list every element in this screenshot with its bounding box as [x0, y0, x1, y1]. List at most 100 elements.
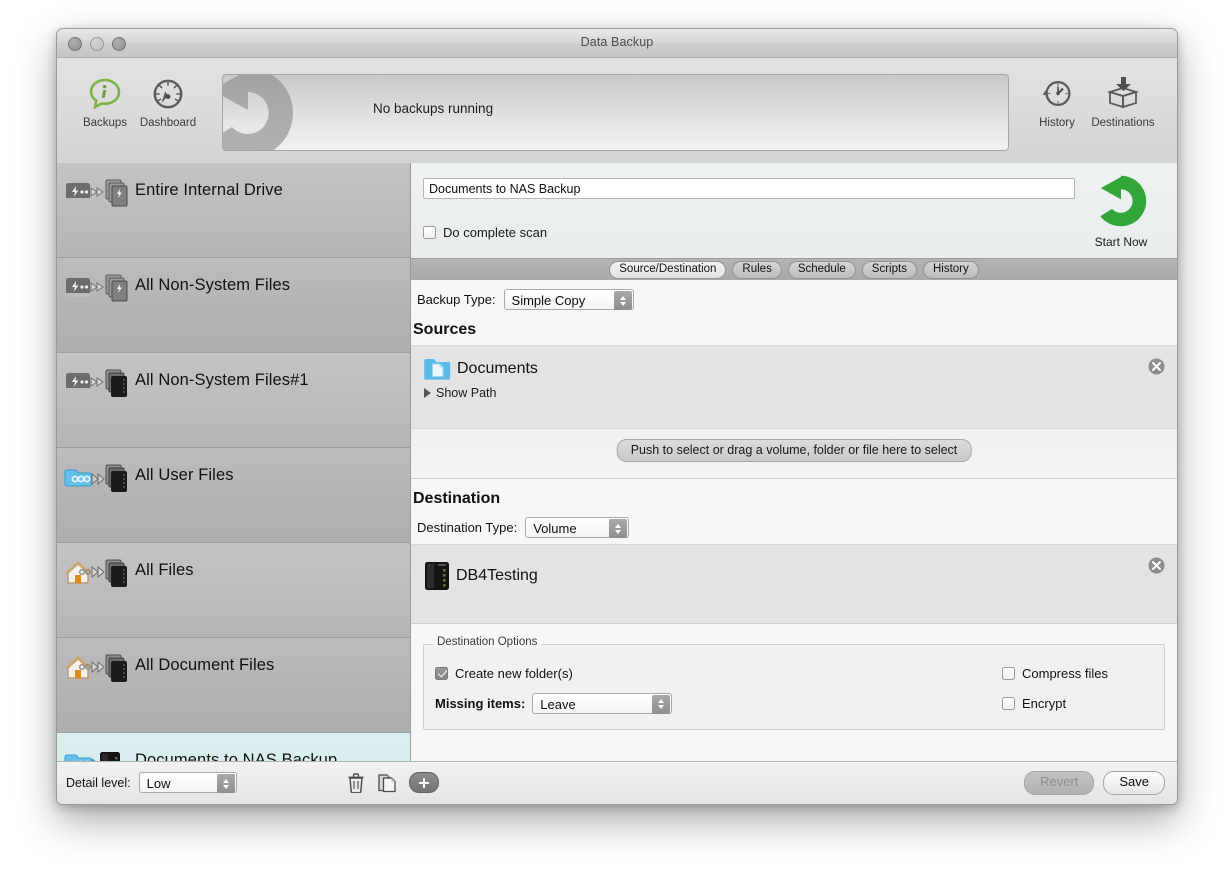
sidebar-item-all-user-files[interactable]: All User Files: [57, 448, 410, 543]
backup-type-row: Backup Type: Simple Copy: [411, 280, 1177, 310]
duplicate-icon[interactable]: [377, 773, 397, 793]
bottom-toolbar-buttons: Revert Save: [1024, 771, 1165, 795]
sources-title: Sources: [411, 310, 1177, 339]
destination-type-value: Volume: [533, 521, 576, 536]
home-to-nas-icon: [57, 646, 135, 690]
toolbar-item-label: History: [1021, 117, 1093, 129]
tab-schedule[interactable]: Schedule: [788, 261, 856, 280]
sidebar-item-all-non-system-files[interactable]: All Non-System Files: [57, 258, 410, 353]
disclosure-triangle-icon: [424, 388, 431, 398]
sidebar-item-label: All Document Files: [135, 646, 274, 675]
backup-type-select[interactable]: Simple Copy: [504, 289, 634, 310]
encrypt-checkbox[interactable]: [1002, 697, 1015, 710]
stepper-icon[interactable]: [614, 291, 632, 310]
backup-status-banner: No backups running: [222, 74, 1009, 151]
source-list-item[interactable]: Documents Show Path: [411, 346, 1177, 429]
tab-history[interactable]: History: [923, 261, 979, 280]
stepper-icon[interactable]: [609, 519, 627, 538]
sidebar-item-label: Entire Internal Drive: [135, 171, 283, 200]
tab-rules[interactable]: Rules: [732, 261, 781, 280]
show-path-toggle[interactable]: Show Path: [411, 381, 1177, 400]
toolbar-item-label: Dashboard: [132, 117, 204, 129]
status-text: No backups running: [373, 101, 493, 116]
sidebar-item-entire-internal-drive[interactable]: Entire Internal Drive: [57, 163, 410, 258]
destination-item[interactable]: DB4Testing: [411, 545, 1177, 591]
desktop-background: Data Backup Backups: [0, 0, 1232, 882]
status-logo-icon: [222, 74, 298, 151]
remove-source-button[interactable]: [1148, 358, 1165, 375]
backup-set-header: Documents to NAS Backup Do complete scan…: [411, 163, 1177, 258]
destination-type-select[interactable]: Volume: [525, 517, 629, 538]
compress-files-label: Compress files: [1022, 666, 1108, 681]
detail-level-row: Detail level: Low: [66, 772, 237, 793]
drive-to-documents-icon: [57, 171, 135, 215]
start-now-icon: [1093, 173, 1149, 229]
create-new-folders-row[interactable]: Create new folder(s): [435, 658, 672, 688]
sidebar-item-all-non-system-files-1[interactable]: All Non-System Files#1: [57, 353, 410, 448]
encrypt-row[interactable]: Encrypt: [1002, 688, 1108, 718]
tab-scripts[interactable]: Scripts: [862, 261, 917, 280]
revert-button[interactable]: Revert: [1024, 771, 1094, 795]
history-clock-icon: [1021, 72, 1093, 116]
app-toolbar: Backups: [57, 58, 1177, 164]
toolbar-item-dashboard[interactable]: Dashboard: [132, 72, 204, 129]
missing-items-value: Leave: [540, 697, 575, 712]
toolbar-item-history[interactable]: History: [1021, 72, 1093, 129]
detail-level-label: Detail level:: [66, 776, 131, 790]
complete-scan-checkbox[interactable]: [423, 226, 436, 239]
stepper-icon[interactable]: [217, 774, 235, 793]
backups-info-bubble-icon: [69, 72, 141, 116]
backup-sets-sidebar[interactable]: Entire Internal Drive: [57, 163, 411, 762]
close-circle-icon: [1148, 358, 1165, 375]
delete-trash-icon[interactable]: [347, 773, 365, 793]
remove-destination-button[interactable]: [1148, 557, 1165, 574]
destination-type-row: Destination Type: Volume: [411, 508, 1177, 538]
backup-type-value: Simple Copy: [512, 293, 586, 308]
source-item-main: Documents: [411, 346, 1177, 381]
backup-name-input[interactable]: Documents to NAS Backup: [423, 178, 1075, 199]
missing-items-select[interactable]: Leave: [532, 693, 672, 714]
push-to-select-source-button[interactable]: Push to select or drag a volume, folder …: [617, 439, 972, 462]
settings-tabbar[interactable]: Source/Destination Rules Schedule Script…: [411, 258, 1177, 282]
nas-device-icon: [424, 561, 450, 591]
sidebar-item-label: All Files: [135, 551, 194, 580]
start-now-label: Start Now: [1079, 235, 1163, 249]
sidebar-item-all-files[interactable]: All Files: [57, 543, 410, 638]
drive-to-documents-icon: [57, 266, 135, 310]
sources-dropzone[interactable]: Documents Show Path: [411, 345, 1177, 479]
destination-title: Destination: [411, 479, 1177, 508]
folder-to-nas-icon: [57, 456, 135, 500]
add-plus-icon[interactable]: [409, 772, 439, 793]
create-new-folders-checkbox[interactable]: [435, 667, 448, 680]
destination-options-right: Compress files Encrypt: [1002, 658, 1108, 718]
compress-files-checkbox[interactable]: [1002, 667, 1015, 680]
window-title: Data Backup: [57, 35, 1177, 49]
show-path-label: Show Path: [436, 386, 496, 400]
detail-level-select[interactable]: Low: [139, 772, 237, 793]
sidebar-item-label: All User Files: [135, 456, 234, 485]
destination-options-left: Create new folder(s) Missing items: Leav…: [435, 658, 672, 718]
toolbar-item-label: Backups: [69, 117, 141, 129]
destination-dropzone[interactable]: DB4Testing: [411, 544, 1177, 624]
app-window: Data Backup Backups: [56, 28, 1178, 805]
sidebar-item-documents-to-nas-backup[interactable]: Documents to NAS Backup: [57, 733, 410, 762]
window-titlebar[interactable]: Data Backup: [57, 29, 1177, 58]
missing-items-row: Missing items: Leave: [435, 688, 672, 718]
save-button[interactable]: Save: [1103, 771, 1165, 795]
start-now-button[interactable]: Start Now: [1079, 173, 1163, 249]
close-circle-icon: [1148, 557, 1165, 574]
drive-to-nas-icon: [57, 361, 135, 405]
complete-scan-row[interactable]: Do complete scan: [423, 225, 547, 240]
stepper-icon[interactable]: [652, 695, 670, 714]
tab-source-destination[interactable]: Source/Destination: [609, 261, 726, 280]
toolbar-item-destinations[interactable]: Destinations: [1087, 72, 1159, 129]
dashboard-gauge-icon: [132, 72, 204, 116]
destination-options-legend: Destination Options: [433, 636, 541, 648]
encrypt-label: Encrypt: [1022, 696, 1066, 711]
toolbar-item-label: Destinations: [1087, 117, 1159, 129]
sidebar-item-all-document-files[interactable]: All Document Files: [57, 638, 410, 733]
compress-files-row[interactable]: Compress files: [1002, 658, 1108, 688]
missing-items-label: Missing items:: [435, 696, 525, 711]
toolbar-item-backups[interactable]: Backups: [69, 72, 141, 129]
sidebar-item-label: All Non-System Files: [135, 266, 290, 295]
